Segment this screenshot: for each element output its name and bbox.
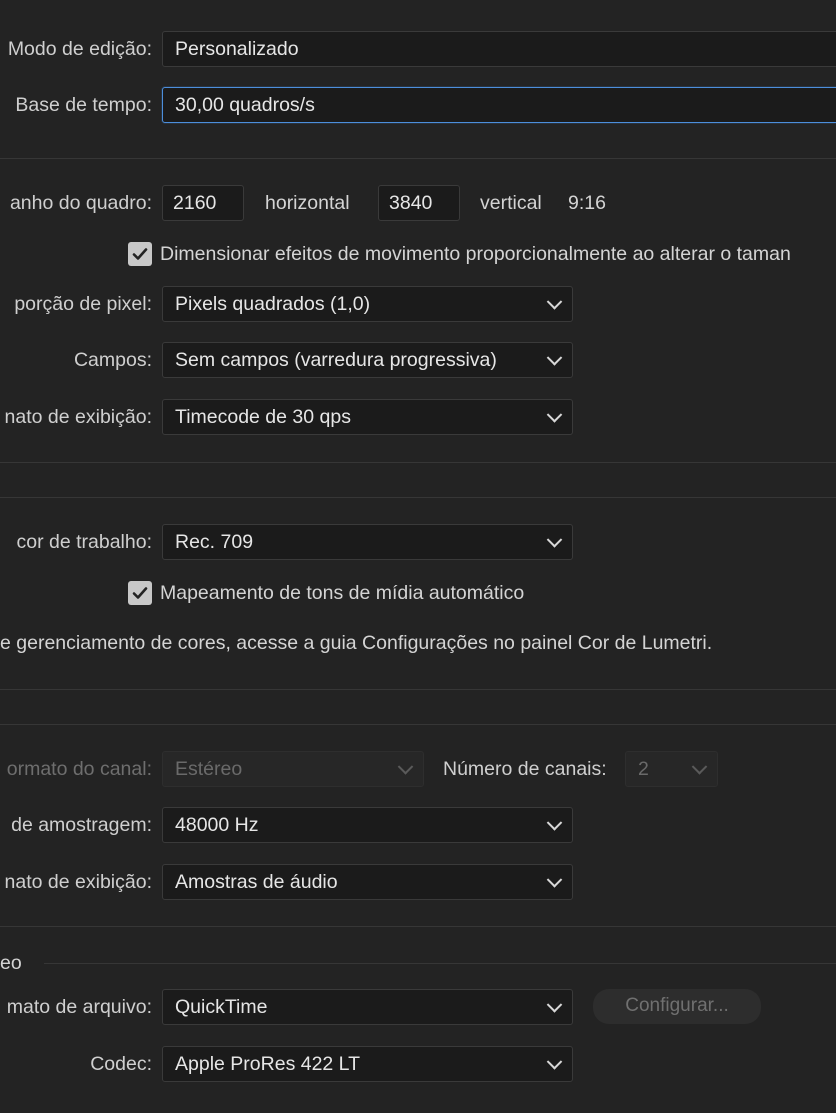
pixel-aspect-dropdown[interactable]: Pixels quadrados (1,0) [162,286,573,322]
fields-value: Sem campos (varredura progressiva) [175,349,497,371]
timebase-value: 30,00 quadros/s [175,94,315,116]
frame-height-input[interactable]: 3840 [378,185,460,221]
auto-tone-map-label: Mapeamento de tons de mídia automático [160,582,525,604]
section-divider [0,462,836,463]
editing-mode-dropdown[interactable]: Personalizado [162,31,836,67]
video-display-format-label: nato de exibição: [4,406,152,428]
chevron-down-icon [546,294,563,310]
chevron-down-icon [546,350,563,366]
scale-motion-checkbox[interactable] [128,242,152,266]
channel-format-value: Estéreo [175,758,243,780]
section-title-rule [44,963,836,964]
working-color-space-value: Rec. 709 [175,531,254,553]
channel-count-label: Número de canais: [443,758,607,780]
pixel-aspect-label: porção de pixel: [14,293,152,315]
frame-size-label: anho do quadro: [9,192,152,214]
channel-count-value: 2 [638,758,649,780]
frame-width-value: 2160 [173,192,217,214]
sample-rate-dropdown[interactable]: 48000 Hz [162,807,573,843]
frame-width-input[interactable]: 2160 [162,185,244,221]
timebase-label: Base de tempo: [15,94,152,116]
chevron-down-icon [546,407,563,423]
codec-dropdown[interactable]: Apple ProRes 422 LT [162,1046,573,1082]
sample-rate-value: 48000 Hz [175,814,259,836]
horizontal-label: horizontal [265,192,350,214]
chevron-down-icon [691,759,708,775]
preview-section-title: eo [0,952,22,974]
sample-rate-label: de amostragem: [11,814,152,836]
color-management-info: e gerenciamento de cores, acesse a guia … [0,632,713,654]
aspect-ratio-readout: 9:16 [568,192,606,214]
chevron-down-icon [397,759,414,775]
editing-mode-value: Personalizado [175,38,299,60]
fields-dropdown[interactable]: Sem campos (varredura progressiva) [162,342,573,378]
codec-value: Apple ProRes 422 LT [175,1053,360,1075]
chevron-down-icon [546,997,563,1013]
section-divider [0,497,836,498]
channel-format-label: ormato do canal: [6,758,152,780]
working-color-space-dropdown[interactable]: Rec. 709 [162,524,573,560]
timebase-dropdown[interactable]: 30,00 quadros/s [162,87,836,123]
configure-button[interactable]: Configurar... [593,989,761,1024]
video-display-format-value: Timecode de 30 qps [175,406,351,428]
frame-height-value: 3840 [389,192,433,214]
chevron-down-icon [546,532,563,548]
audio-display-format-label: nato de exibição: [4,871,152,893]
channel-count-dropdown[interactable]: 2 [625,751,718,787]
pixel-aspect-value: Pixels quadrados (1,0) [175,293,371,315]
vertical-label: vertical [480,192,542,214]
checkmark-icon [132,587,148,599]
audio-display-format-value: Amostras de áudio [175,871,338,893]
codec-label: Codec: [90,1053,152,1075]
section-divider [0,724,836,725]
checkmark-icon [132,248,148,260]
chevron-down-icon [546,872,563,888]
section-divider [0,689,836,690]
editing-mode-label: Modo de edição: [7,38,152,60]
file-format-dropdown[interactable]: QuickTime [162,989,573,1025]
section-divider [0,926,836,927]
chevron-down-icon [546,815,563,831]
fields-label: Campos: [73,349,152,371]
video-display-format-dropdown[interactable]: Timecode de 30 qps [162,399,573,435]
file-format-value: QuickTime [175,996,268,1018]
scale-motion-label: Dimensionar efeitos de movimento proporc… [160,243,791,265]
section-divider [0,158,836,159]
file-format-label: mato de arquivo: [6,996,152,1018]
working-color-space-label: cor de trabalho: [16,531,152,553]
audio-display-format-dropdown[interactable]: Amostras de áudio [162,864,573,900]
auto-tone-map-checkbox[interactable] [128,581,152,605]
chevron-down-icon [546,1054,563,1070]
channel-format-dropdown[interactable]: Estéreo [162,751,424,787]
